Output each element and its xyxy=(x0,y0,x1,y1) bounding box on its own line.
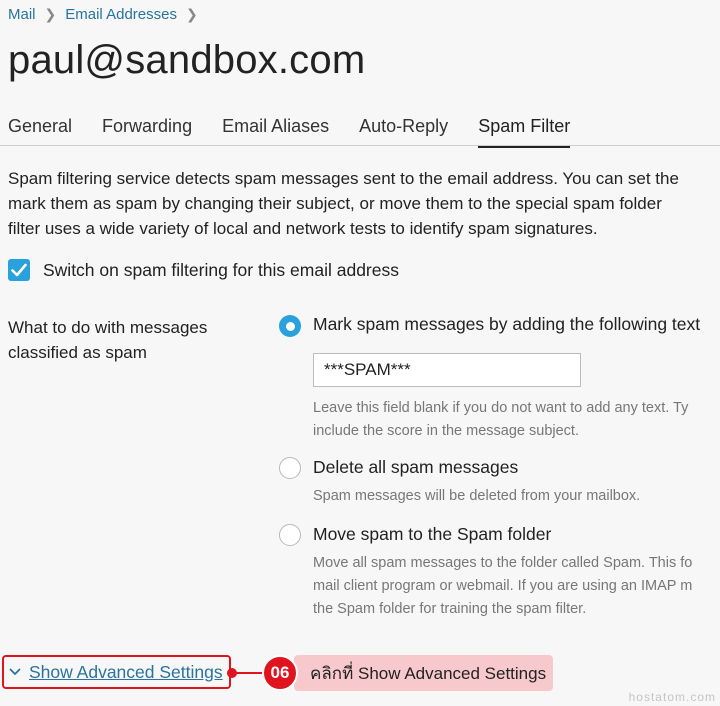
watermark: hostatom.com xyxy=(628,690,716,704)
chevron-down-icon xyxy=(9,668,21,675)
move-spam-label: Move spam to the Spam folder xyxy=(313,524,552,544)
spam-filter-checkbox[interactable] xyxy=(8,259,30,281)
delete-spam-label: Delete all spam messages xyxy=(313,457,519,477)
mark-spam-radio[interactable] xyxy=(279,315,301,337)
move-spam-radio[interactable] xyxy=(279,524,301,546)
spam-filter-toggle-row[interactable]: Switch on spam filtering for this email … xyxy=(8,259,399,281)
spam-filter-checkbox-label: Switch on spam filtering for this email … xyxy=(43,259,399,280)
hint-line: include the score in the message subject… xyxy=(313,423,579,439)
breadcrumb-email-addresses-link[interactable]: Email Addresses xyxy=(65,6,177,23)
annotation-text: คลิกที่ Show Advanced Settings xyxy=(310,663,547,683)
mark-spam-hint: Leave this field blank if you do not wan… xyxy=(313,397,688,443)
annotation-dot xyxy=(227,668,237,678)
checkmark-icon xyxy=(11,263,27,277)
hint-line: Move all spam messages to the folder cal… xyxy=(313,555,693,571)
spam-subject-text-input[interactable] xyxy=(313,353,581,387)
delete-spam-hint: Spam messages will be deleted from your … xyxy=(313,485,640,508)
tab-forwarding[interactable]: Forwarding xyxy=(102,114,192,146)
breadcrumb: Mail ❯ Email Addresses ❯ xyxy=(8,6,207,23)
hint-line: mail client program or webmail. If you a… xyxy=(313,578,693,594)
description-line: mark them as spam by changing their subj… xyxy=(8,194,662,213)
annotation-step-badge: 06 xyxy=(262,655,298,691)
description-line: filter uses a wide variety of local and … xyxy=(8,219,598,238)
tab-general[interactable]: General xyxy=(8,114,72,146)
hint-line: the Spam folder for training the spam fi… xyxy=(313,601,587,617)
page-title: paul@sandbox.com xyxy=(8,38,366,82)
show-advanced-settings-button[interactable]: Show Advanced Settings xyxy=(2,655,231,689)
hint-line: Spam messages will be deleted from your … xyxy=(313,488,641,504)
move-spam-hint: Move all spam messages to the folder cal… xyxy=(313,552,692,621)
chevron-right-icon: ❯ xyxy=(44,6,57,22)
tab-bar: General Forwarding Email Aliases Auto-Re… xyxy=(8,114,600,148)
hint-line: Leave this field blank if you do not wan… xyxy=(313,400,689,416)
chevron-right-icon: ❯ xyxy=(185,6,198,22)
tab-auto-reply[interactable]: Auto-Reply xyxy=(359,114,448,146)
tab-spam-filter[interactable]: Spam Filter xyxy=(478,114,571,148)
delete-spam-radio[interactable] xyxy=(279,457,301,479)
show-advanced-settings-label: Show Advanced Settings xyxy=(29,661,223,682)
annotation-callout: คลิกที่ Show Advanced Settings xyxy=(294,655,553,691)
tab-divider xyxy=(0,145,720,146)
description: Spam filtering service detects spam mess… xyxy=(8,166,720,241)
description-line: Spam filtering service detects spam mess… xyxy=(8,169,679,188)
tab-email-aliases[interactable]: Email Aliases xyxy=(222,114,329,146)
spam-action-label: What to do with messages classified as s… xyxy=(8,318,208,362)
breadcrumb-mail-link[interactable]: Mail xyxy=(8,6,36,23)
mark-spam-label: Mark spam messages by adding the followi… xyxy=(313,314,701,334)
